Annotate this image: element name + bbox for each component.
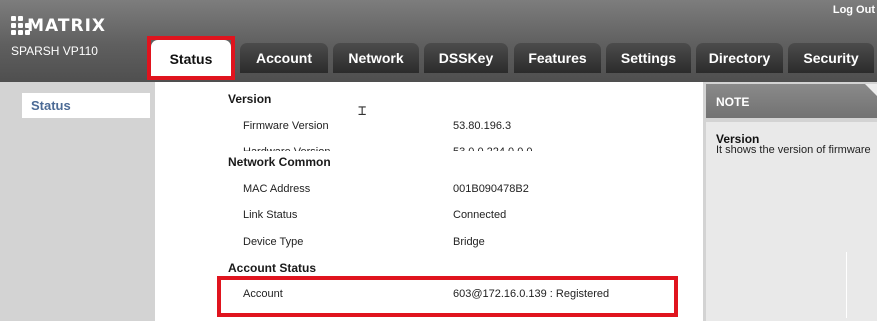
firmware-version-value: 53.80.196.3 xyxy=(453,120,512,132)
device-type-value: Bridge xyxy=(453,236,485,248)
mac-address-label: MAC Address xyxy=(243,183,311,195)
matrix-logo-icon xyxy=(11,16,30,36)
tab-security[interactable]: Security xyxy=(788,43,874,73)
note-text: It shows the version of firmware xyxy=(716,144,871,153)
tab-dsskey[interactable]: DSSKey xyxy=(424,43,508,73)
tab-settings[interactable]: Settings xyxy=(606,43,691,73)
account-row-highlight xyxy=(217,276,678,317)
section-account-title: Account Status xyxy=(228,261,317,275)
text-cursor-icon: ⌶ xyxy=(358,103,367,119)
mac-address-value: 001B090478B2 xyxy=(453,183,529,195)
note-scrollbar[interactable] xyxy=(846,252,847,318)
note-corner-icon xyxy=(865,84,877,96)
brand-logo: MATRIX xyxy=(11,12,106,40)
note-scroll-clip xyxy=(706,153,877,157)
device-model: SPARSH VP110 xyxy=(11,44,98,58)
section-network-title: Network Common xyxy=(228,155,331,169)
tab-features[interactable]: Features xyxy=(514,43,601,73)
tab-directory[interactable]: Directory xyxy=(696,43,783,73)
logout-link[interactable]: Log Out xyxy=(833,4,875,16)
link-status-value: Connected xyxy=(453,209,507,221)
link-status-label: Link Status xyxy=(243,209,298,221)
tab-account[interactable]: Account xyxy=(240,43,328,73)
note-header: NOTE xyxy=(706,84,877,118)
sidebar-item-status[interactable]: Status xyxy=(22,93,150,118)
section-version-title: Version xyxy=(228,92,272,106)
firmware-version-label: Firmware Version xyxy=(243,120,329,132)
status-tab-highlight xyxy=(147,36,235,80)
brand-name: MATRIX xyxy=(27,16,106,36)
tab-network[interactable]: Network xyxy=(333,43,419,73)
device-type-label: Device Type xyxy=(243,236,304,248)
